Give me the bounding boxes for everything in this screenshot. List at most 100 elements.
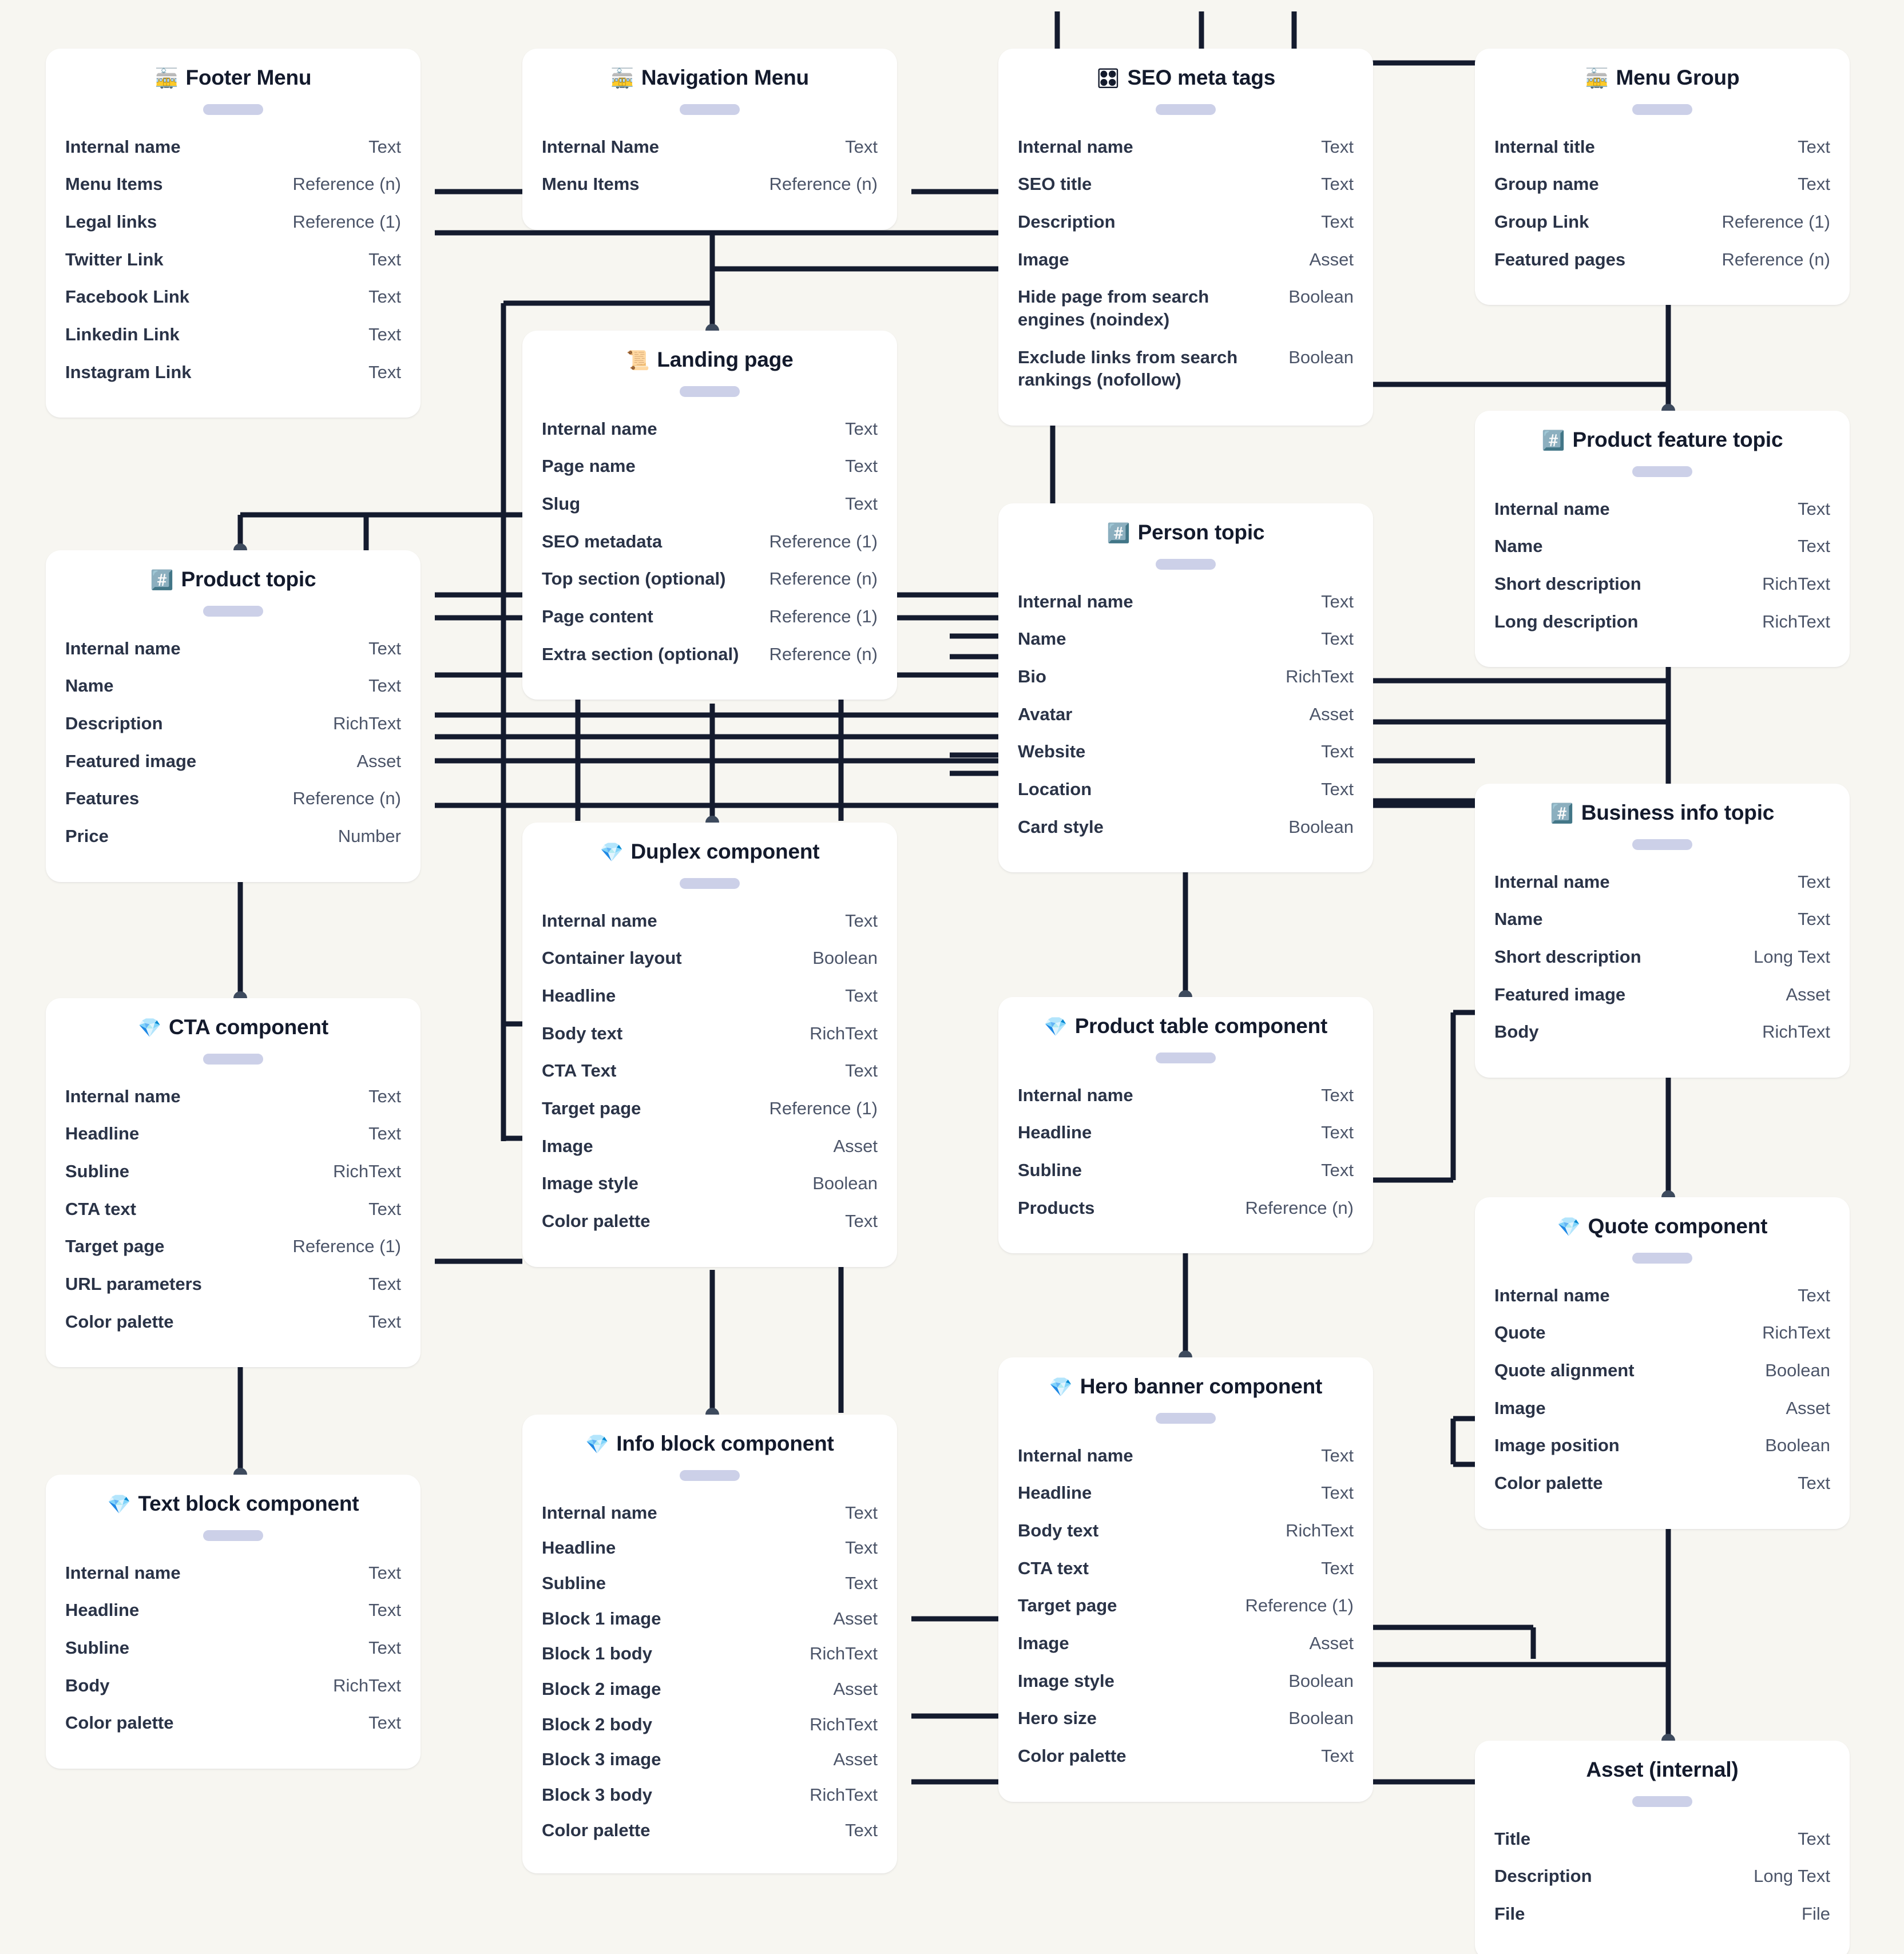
entity-card-text-block-component[interactable]: 💎 Text block component Internal name Text…: [46, 1475, 421, 1769]
field-list: Internal name Text Quote RichText Quote al…: [1494, 1284, 1830, 1510]
field-row: Name Text: [1494, 535, 1830, 558]
field-row: Exclude links from search rankings (nofo…: [1018, 346, 1354, 391]
field-row: Facebook Link Text: [65, 285, 401, 308]
field-type: Text: [1321, 1483, 1354, 1503]
field-row: Website Text: [1018, 740, 1354, 763]
field-row: Internal name Text: [65, 1562, 401, 1584]
field-label: Image: [542, 1135, 593, 1156]
field-label: Headline: [65, 1123, 140, 1144]
field-type: Text: [1798, 174, 1830, 194]
field-type: RichText: [333, 1675, 401, 1695]
field-label: Color palette: [542, 1820, 650, 1840]
field-label: Facebook Link: [65, 287, 190, 307]
field-row: Container layout Boolean: [542, 947, 878, 970]
field-list: Internal name Text Name Text Short descrip…: [1494, 498, 1830, 648]
field-label: Legal links: [65, 211, 157, 232]
field-label: Image: [1018, 249, 1069, 269]
tram-icon: 🚋: [610, 66, 634, 89]
entity-card-menu-group[interactable]: 🚋 Menu Group Internal title Text Group na…: [1475, 49, 1850, 305]
entity-card-person-topic[interactable]: #️⃣ Person topic Internal name Text Name T…: [998, 503, 1373, 873]
field-type: RichText: [810, 1784, 878, 1805]
entity-card-info-block-component[interactable]: 💎 Info block component Internal name Text…: [522, 1415, 897, 1874]
field-label: Block 2 image: [542, 1678, 661, 1699]
field-row: Slug Text: [542, 493, 878, 515]
card-title: 💎 Quote component: [1494, 1214, 1830, 1239]
field-row: Internal name Text: [65, 637, 401, 660]
field-label: Price: [65, 825, 109, 846]
field-type: Text: [845, 493, 878, 514]
control-knobs-icon: 🎛: [1096, 66, 1120, 89]
field-label: Menu Items: [65, 174, 163, 194]
field-label: Name: [1018, 629, 1066, 649]
field-row: Featured pages Reference (n): [1494, 248, 1830, 271]
hash-keycap-icon: #️⃣: [1106, 521, 1130, 544]
card-title: 🚋 Navigation Menu: [542, 66, 878, 90]
field-row: Hero size Boolean: [1018, 1707, 1354, 1730]
card-title: 💎 Hero banner component: [1018, 1375, 1354, 1399]
title-pill: [1156, 1052, 1216, 1063]
card-title: #️⃣ Product topic: [65, 567, 401, 592]
field-type: Text: [368, 1600, 401, 1621]
field-type: Text: [845, 1572, 878, 1593]
field-label: Slug: [542, 493, 581, 514]
entity-card-quote-component[interactable]: 💎 Quote component Internal name Text Quot…: [1475, 1197, 1850, 1529]
field-row: Headline Text: [65, 1599, 401, 1622]
card-title-text: Person topic: [1137, 521, 1265, 544]
field-list: Internal name Text Page name Text Slug Text…: [542, 418, 878, 681]
entity-card-seo-meta-tags[interactable]: 🎛 SEO meta tags Internal name Text SEO ti…: [998, 49, 1373, 426]
entity-card-landing-page[interactable]: 📜 Landing page Internal name Text Page na…: [522, 331, 897, 700]
field-type: Text: [368, 249, 401, 269]
field-row: Products Reference (n): [1018, 1197, 1354, 1220]
field-list: Internal title Text Group name Text Group …: [1494, 136, 1830, 286]
field-type: Reference (n): [1245, 1197, 1354, 1218]
entity-card-duplex-component[interactable]: 💎 Duplex component Internal name Text Con…: [522, 823, 897, 1267]
field-row: Image position Boolean: [1494, 1434, 1830, 1457]
gem-icon: 💎: [1557, 1215, 1581, 1238]
field-row: Instagram Link Text: [65, 361, 401, 384]
field-row: Block 1 image Asset: [542, 1607, 878, 1630]
field-type: Text: [368, 676, 401, 696]
field-row: Block 3 body RichText: [542, 1784, 878, 1806]
field-type: Text: [1321, 174, 1354, 194]
entity-card-hero-banner-component[interactable]: 💎 Hero banner component Internal name Tex…: [998, 1357, 1373, 1802]
field-row: Internal name Text: [1018, 590, 1354, 613]
field-row: Extra section (optional) Reference (n): [542, 643, 878, 666]
field-label: Extra section (optional): [542, 644, 739, 664]
field-label: Internal name: [1018, 1445, 1133, 1466]
field-label: Location: [1018, 779, 1092, 799]
field-row: Color palette Text: [65, 1711, 401, 1734]
field-type: RichText: [1762, 1322, 1830, 1343]
entity-card-product-topic[interactable]: #️⃣ Product topic Internal name Text Name…: [46, 550, 421, 882]
field-label: Internal name: [1494, 871, 1610, 892]
field-label: Block 3 body: [542, 1784, 652, 1805]
field-type: Reference (1): [1721, 211, 1830, 232]
entity-card-asset-internal[interactable]: Asset (internal) Title Text Description Lo…: [1475, 1741, 1850, 1954]
entity-card-footer-menu[interactable]: 🚋 Footer Menu Internal name Text Menu Ite…: [46, 49, 421, 418]
field-row: Block 2 body RichText: [542, 1713, 878, 1736]
field-row: Subline Text: [1018, 1159, 1354, 1182]
card-title: Asset (internal): [1494, 1758, 1830, 1782]
entity-card-navigation-menu[interactable]: 🚋 Navigation Menu Internal Name Text Menu…: [522, 49, 897, 230]
field-row: Subline RichText: [65, 1160, 401, 1183]
entity-card-product-feature-topic[interactable]: #️⃣ Product feature topic Internal name T…: [1475, 411, 1850, 668]
entity-card-cta-component[interactable]: 💎 CTA component Internal name Text Headli…: [46, 998, 421, 1368]
entity-card-product-table-component[interactable]: 💎 Product table component Internal name T…: [998, 997, 1373, 1254]
field-type: RichText: [1762, 573, 1830, 594]
entity-card-business-info-topic[interactable]: #️⃣ Business info topic Internal name Tex…: [1475, 784, 1850, 1078]
title-pill: [1632, 104, 1692, 115]
field-type: Text: [368, 1198, 401, 1219]
field-label: Page content: [542, 606, 653, 626]
field-row: Description Long Text: [1494, 1865, 1830, 1888]
card-title-text: Navigation Menu: [641, 66, 809, 89]
field-label: Block 2 body: [542, 1714, 652, 1734]
field-list: Internal name Text SEO title Text Descript…: [1018, 136, 1354, 406]
field-type: RichText: [1762, 611, 1830, 632]
field-label: Description: [1018, 211, 1116, 232]
field-type: Asset: [1309, 249, 1354, 269]
field-type: Reference (n): [769, 569, 878, 589]
field-row: Internal name Text: [65, 1085, 401, 1108]
field-row: Block 3 image Asset: [542, 1748, 878, 1771]
title-pill: [680, 877, 740, 889]
gem-icon: 💎: [600, 840, 624, 863]
field-row: Headline Text: [65, 1122, 401, 1145]
